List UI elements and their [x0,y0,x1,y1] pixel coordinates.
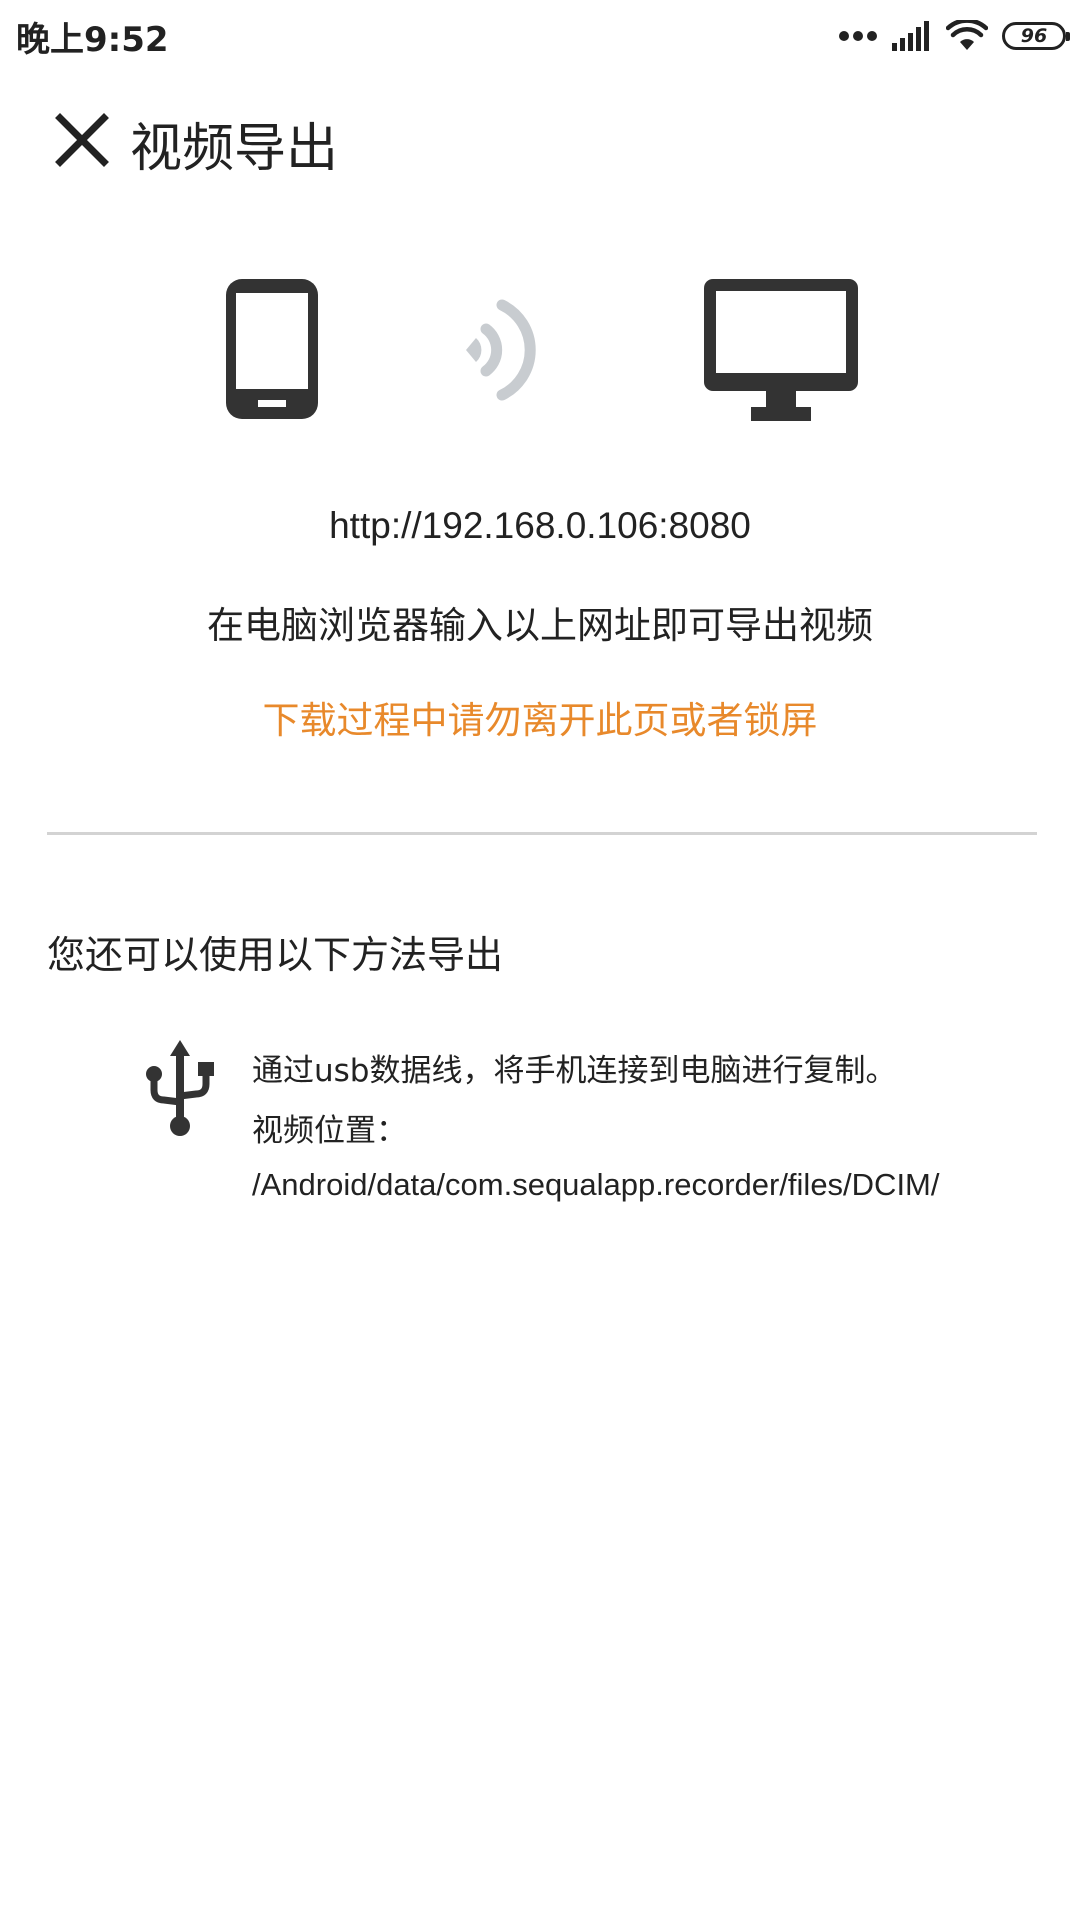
page-title: 视频导出 [130,119,339,179]
status-time: 晚上9:52 [16,20,169,60]
toolbar: 视频导出 [0,90,1080,190]
more-dots-icon [839,31,877,41]
video-export-screen: 晚上9:52 96 视频导出 http://192.168.0.106:8080… [0,0,1080,1920]
phone-icon [226,279,318,419]
monitor-icon [704,279,858,421]
video-location-label: 视频位置： [252,1113,407,1149]
usb-icon [146,1040,214,1136]
export-hint: 在电脑浏览器输入以上网址即可导出视频 [207,604,873,647]
battery-indicator: 96 [1002,22,1070,50]
video-location-path: /Android/data/com.sequalapp.recorder/fil… [252,1167,940,1202]
usb-description: 通过usb数据线，将手机连接到电脑进行复制。 [252,1053,897,1089]
close-button[interactable] [52,110,112,170]
alternative-methods-title: 您还可以使用以下方法导出 [47,933,504,977]
close-icon [55,113,109,167]
export-warning: 下载过程中请勿离开此页或者锁屏 [262,699,818,742]
export-url[interactable]: http://192.168.0.106:8080 [0,505,1080,547]
section-divider [47,832,1037,835]
transfer-illustration [0,275,1080,421]
status-icons: 96 [838,16,1070,56]
signal-strength-icon [892,21,929,51]
status-bar: 晚上9:52 96 [0,0,1080,68]
wifi-icon [946,20,988,50]
signal-waves-icon [466,299,536,401]
